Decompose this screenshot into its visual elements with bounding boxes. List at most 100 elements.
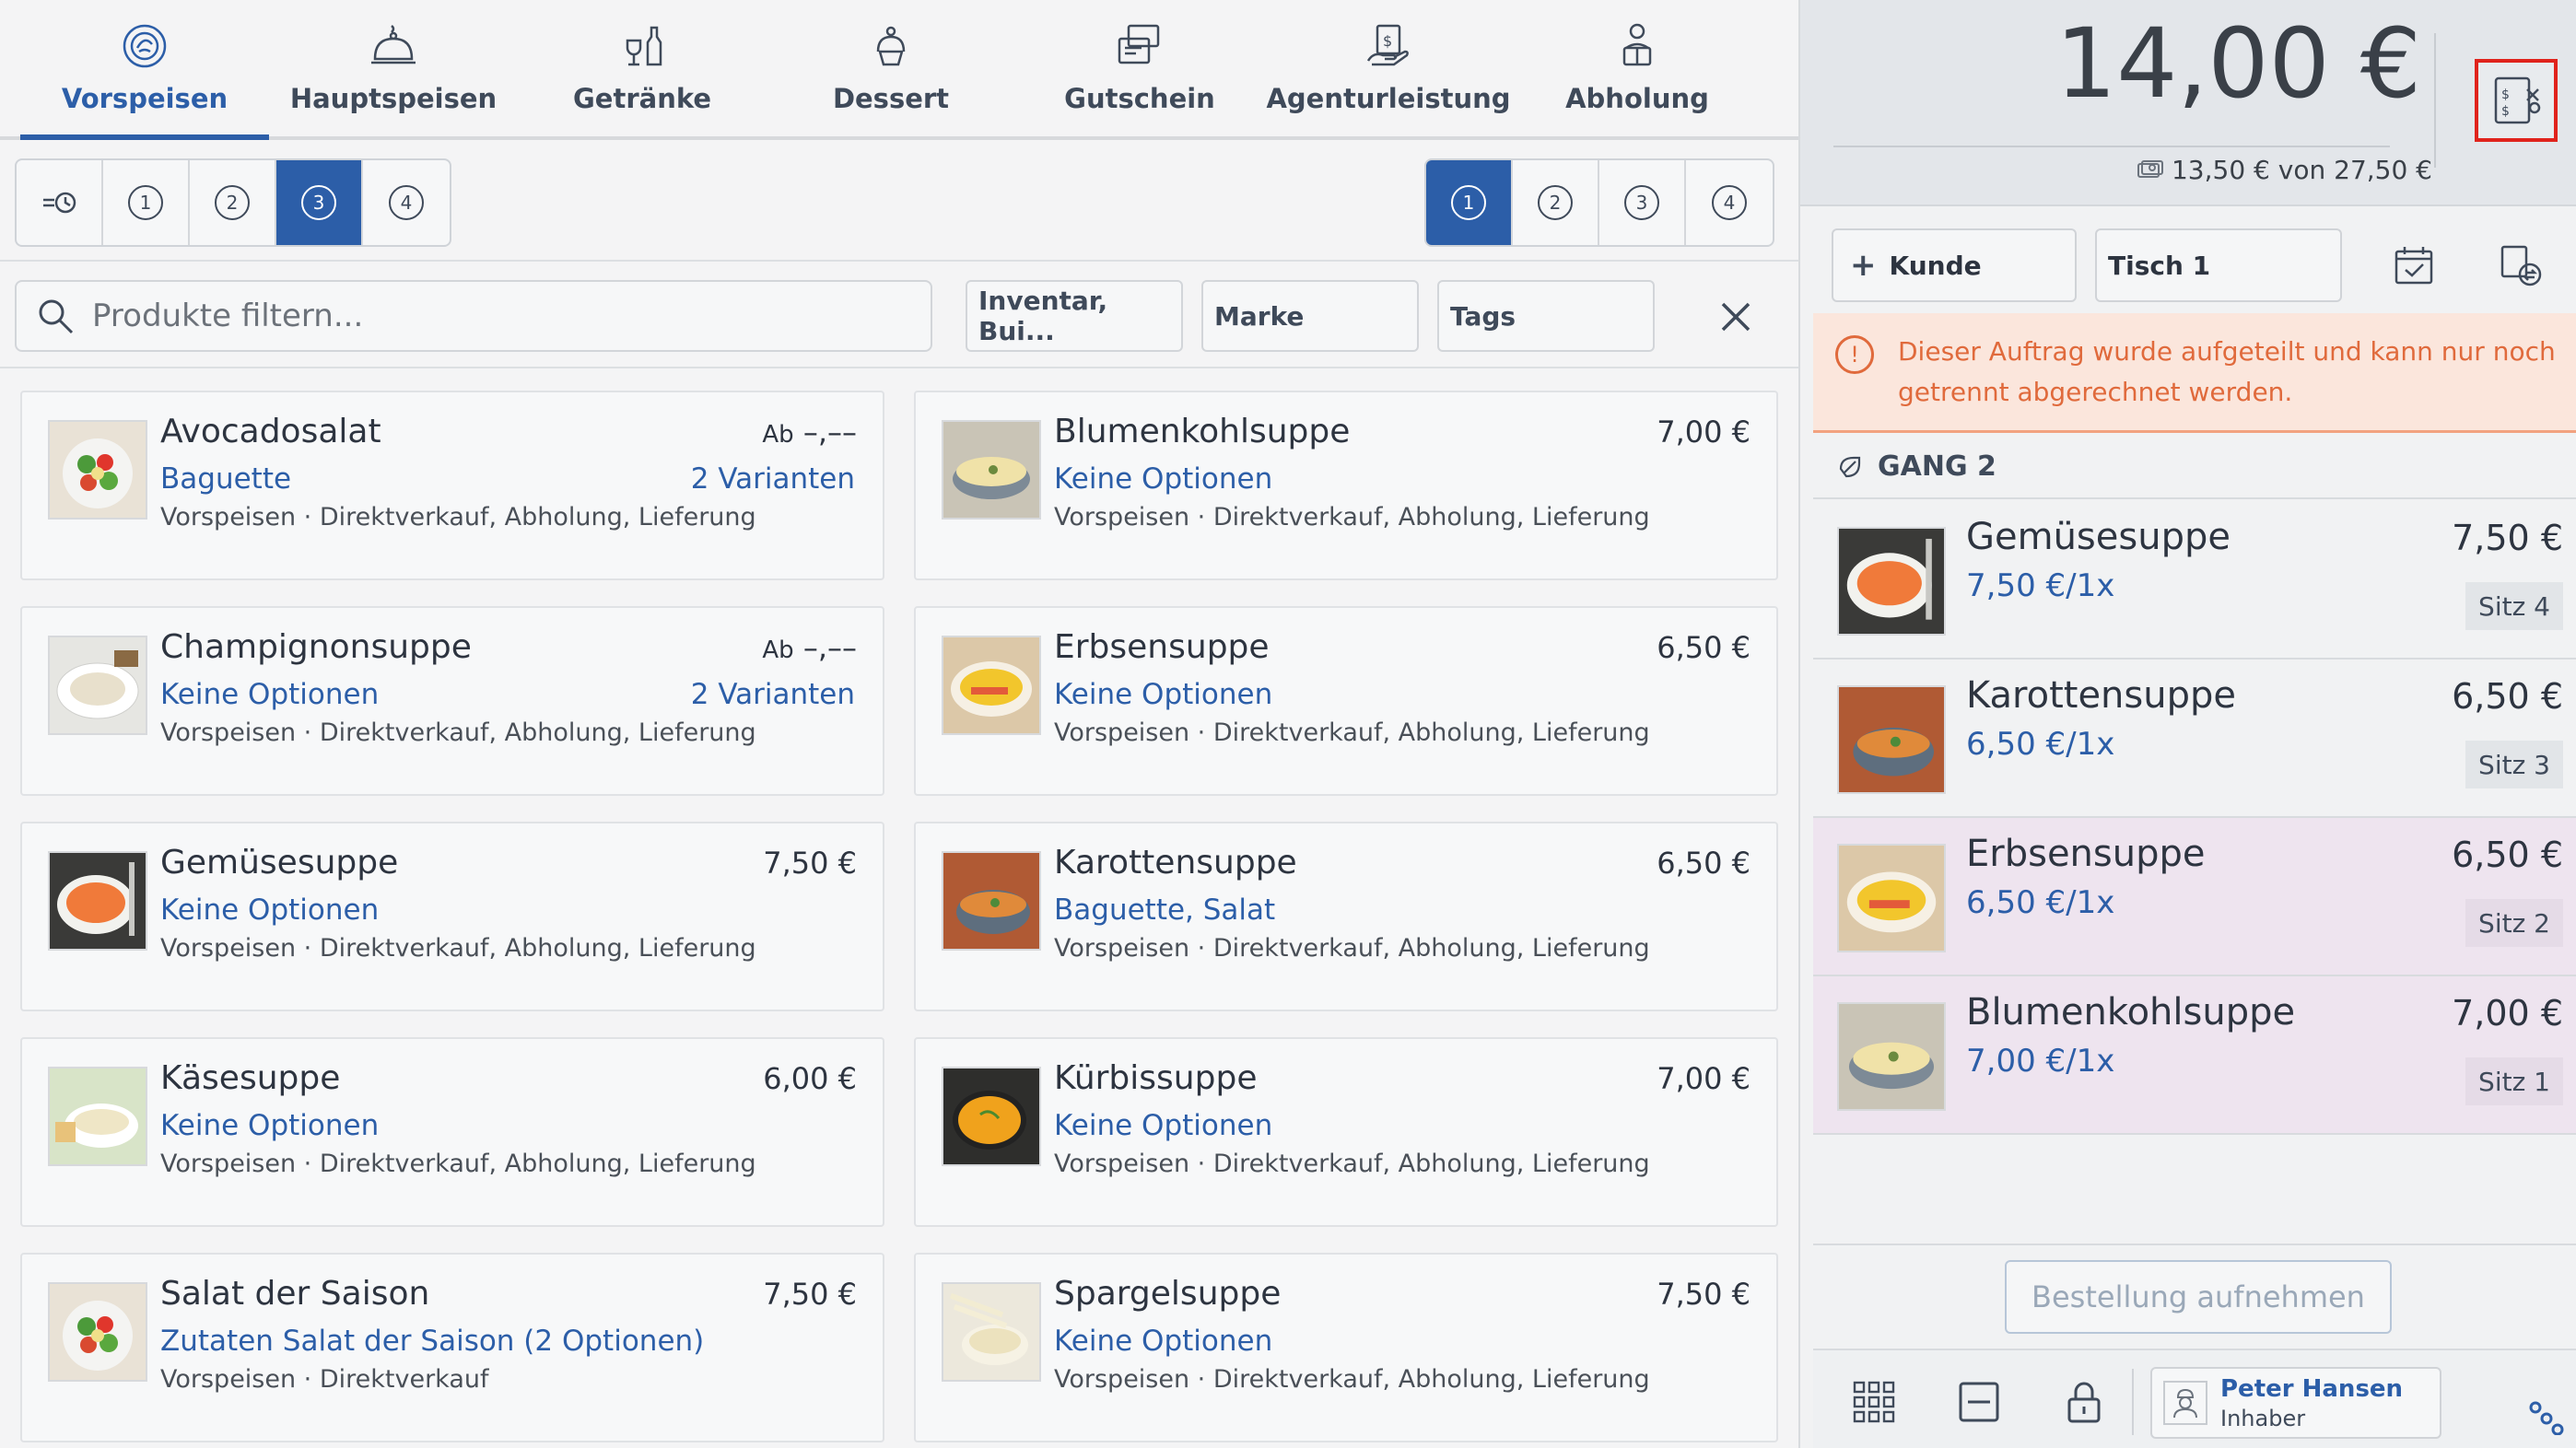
tab-agenturleistung[interactable]: $ Agenturleistung bbox=[1264, 0, 1513, 136]
seat-number: 3 bbox=[1624, 185, 1659, 220]
order-summary: 14,00 € 13,50 € von 27,50 € $ $ bbox=[1800, 0, 2576, 206]
pumpkin-soup-photo bbox=[943, 1068, 1039, 1164]
product-card[interactable]: Salat der Saison Zutaten Salat der Saiso… bbox=[20, 1253, 884, 1442]
product-card[interactable]: Avocadosalat Baguette Vorspeisen · Direk… bbox=[20, 391, 884, 580]
product-price: 7,00 € bbox=[1657, 1061, 1751, 1096]
course-number: 4 bbox=[389, 185, 424, 220]
product-price-value: 6,00 € bbox=[763, 1061, 857, 1096]
payment-icon bbox=[2137, 159, 2163, 178]
cheese-soup-photo bbox=[50, 1068, 146, 1164]
tab-getränke[interactable]: Getränke bbox=[518, 0, 767, 136]
order-item-image bbox=[1837, 685, 1946, 794]
tab-abholung[interactable]: Abholung bbox=[1513, 0, 1762, 136]
product-grid: Avocadosalat Baguette Vorspeisen · Direk… bbox=[20, 391, 1778, 1442]
apps-button[interactable] bbox=[1848, 1376, 1900, 1428]
product-price: Ab –,–– bbox=[762, 630, 857, 665]
inventory-filter[interactable]: Inventar, Bui... bbox=[966, 280, 1183, 352]
tab-hauptspeisen[interactable]: Hauptspeisen bbox=[269, 0, 518, 136]
product-card[interactable]: Spargelsuppe Keine Optionen Vorspeisen ·… bbox=[914, 1253, 1778, 1442]
split-bill-icon: $$ bbox=[2494, 76, 2541, 124]
split-bill-button[interactable]: $ $ bbox=[2475, 59, 2558, 142]
course-3-button[interactable]: 3 bbox=[276, 160, 363, 245]
seat-number: 4 bbox=[1712, 185, 1747, 220]
course-4-button[interactable]: 4 bbox=[363, 160, 450, 245]
product-name: Gemüsesuppe bbox=[160, 844, 399, 882]
close-icon bbox=[1721, 302, 1751, 332]
omelette-photo bbox=[943, 637, 1039, 733]
seat-badge: Sitz 4 bbox=[2465, 582, 2563, 630]
order-total: 14,00 € bbox=[2055, 7, 2421, 120]
order-item[interactable]: Gemüsesuppe 7,50 €/1x 7,50 € Sitz 4 bbox=[1813, 501, 2576, 660]
tags-filter[interactable]: Tags bbox=[1437, 280, 1655, 352]
product-image bbox=[48, 851, 147, 951]
take-order-button[interactable]: Bestellung aufnehmen bbox=[2005, 1260, 2392, 1334]
clear-filters-button[interactable] bbox=[1710, 291, 1762, 343]
user-role: Inhaber bbox=[2220, 1406, 2306, 1431]
lock-button[interactable] bbox=[2058, 1376, 2110, 1428]
tab-label: Getränke bbox=[572, 83, 712, 114]
course-1-button[interactable]: 1 bbox=[103, 160, 190, 245]
product-meta: Vorspeisen · Direktverkauf, Abholung, Li… bbox=[1054, 934, 1650, 963]
course-icon bbox=[1839, 456, 1861, 478]
order-item[interactable]: Erbsensuppe 6,50 €/1x 6,50 € Sitz 2 bbox=[1813, 818, 2576, 976]
order-item-name: Blumenkohlsuppe bbox=[1966, 991, 2296, 1033]
seat-4-button[interactable]: 4 bbox=[1686, 160, 1773, 245]
user-menu[interactable]: Peter Hansen Inhaber bbox=[2150, 1367, 2441, 1439]
product-meta: Vorspeisen · Direktverkauf, Abholung, Li… bbox=[160, 934, 756, 963]
customer-label: Kunde bbox=[1889, 250, 1982, 281]
connection-button[interactable] bbox=[2519, 1387, 2574, 1442]
product-name: Blumenkohlsuppe bbox=[1054, 413, 1351, 450]
order-item[interactable]: Karottensuppe 6,50 €/1x 6,50 € Sitz 3 bbox=[1813, 660, 2576, 818]
product-options: Keine Optionen bbox=[160, 678, 380, 711]
minimize-button[interactable] bbox=[1953, 1376, 2005, 1428]
product-card[interactable]: Gemüsesuppe Keine Optionen Vorspeisen · … bbox=[20, 822, 884, 1011]
order-item-price: 6,50 € bbox=[2452, 835, 2563, 875]
seat-1-button[interactable]: 1 bbox=[1426, 160, 1513, 245]
seat-2-button[interactable]: 2 bbox=[1513, 160, 1599, 245]
minus-square-icon bbox=[1959, 1382, 1999, 1422]
product-card[interactable]: Kürbissuppe Keine Optionen Vorspeisen · … bbox=[914, 1037, 1778, 1227]
product-options: Baguette, Salat bbox=[1054, 893, 1276, 927]
svg-text:$: $ bbox=[1383, 32, 1392, 50]
tab-label: Dessert bbox=[832, 83, 950, 114]
table-label: Tisch 1 bbox=[2108, 250, 2211, 281]
product-card[interactable]: Erbsensuppe Keine Optionen Vorspeisen · … bbox=[914, 606, 1778, 796]
divider bbox=[0, 260, 1798, 262]
table-button[interactable]: Tisch 1 bbox=[2095, 228, 2342, 302]
order-item[interactable]: Blumenkohlsuppe 7,00 €/1x 7,00 € Sitz 1 bbox=[1813, 976, 2576, 1135]
brand-filter[interactable]: Marke bbox=[1201, 280, 1419, 352]
order-item-name: Karottensuppe bbox=[1966, 674, 2236, 717]
dessert-icon bbox=[876, 26, 906, 66]
order-item-unit-price: 7,50 €/1x bbox=[1966, 567, 2115, 604]
course-2-button[interactable]: 2 bbox=[190, 160, 276, 245]
course-history-button[interactable] bbox=[17, 160, 103, 245]
product-options: Zutaten Salat der Saison (2 Optionen) bbox=[160, 1325, 705, 1358]
price-prefix: Ab bbox=[762, 421, 794, 449]
product-name: Erbsensuppe bbox=[1054, 628, 1270, 666]
schedule-button[interactable] bbox=[2384, 236, 2443, 295]
svg-text:$: $ bbox=[2501, 88, 2510, 102]
footer-toolbar: Peter Hansen Inhaber bbox=[1813, 1349, 2576, 1448]
chef-avatar-icon bbox=[2173, 1388, 2197, 1419]
divider bbox=[1813, 1244, 2576, 1245]
product-card[interactable]: Karottensuppe Baguette, Salat Vorspeisen… bbox=[914, 822, 1778, 1011]
course-filter: 1 2 3 4 bbox=[15, 158, 451, 247]
tab-vorspeisen[interactable]: Vorspeisen bbox=[20, 0, 269, 140]
tab-dessert[interactable]: Dessert bbox=[767, 0, 1015, 136]
order-controls: + Kunde Tisch 1 bbox=[1800, 210, 2576, 313]
product-name: Salat der Saison bbox=[160, 1275, 430, 1313]
product-card[interactable]: Käsesuppe Keine Optionen Vorspeisen · Di… bbox=[20, 1037, 884, 1227]
product-image bbox=[942, 1067, 1041, 1166]
transfer-order-button[interactable] bbox=[2491, 236, 2550, 295]
price-prefix: Ab bbox=[762, 636, 794, 664]
order-item-name: Gemüsesuppe bbox=[1966, 516, 2231, 558]
tab-gutschein[interactable]: Gutschein bbox=[1015, 0, 1264, 136]
product-image bbox=[48, 1282, 147, 1382]
search-input[interactable] bbox=[92, 298, 903, 334]
seat-3-button[interactable]: 3 bbox=[1599, 160, 1686, 245]
product-card[interactable]: Champignonsuppe Keine Optionen Vorspeise… bbox=[20, 606, 884, 796]
add-customer-button[interactable]: + Kunde bbox=[1832, 228, 2077, 302]
product-options: Keine Optionen bbox=[1054, 462, 1273, 496]
divider bbox=[2132, 1369, 2134, 1435]
product-card[interactable]: Blumenkohlsuppe Keine Optionen Vorspeise… bbox=[914, 391, 1778, 580]
